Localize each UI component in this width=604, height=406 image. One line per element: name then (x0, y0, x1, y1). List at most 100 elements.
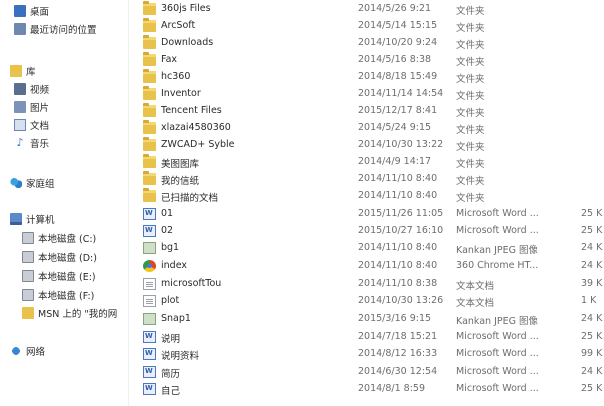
nav-item-label: 最近访问的位置 (30, 25, 97, 36)
file-row[interactable]: 360js Files 2014/5/26 9:21 文件夹 (140, 1, 604, 18)
file-date: 2014/5/24 9:15 (358, 122, 432, 133)
file-type: Microsoft Word ... (456, 348, 539, 359)
file-type: Kankan JPEG 图像 (456, 316, 539, 327)
file-row[interactable]: hc360 2014/8/18 15:49 文件夹 (140, 69, 604, 86)
file-row[interactable]: plot 2014/10/30 13:26 文本文档 1 K (140, 293, 604, 310)
homegroup-icon (10, 177, 22, 189)
nav-item-homegroup[interactable]: 家庭组 (0, 175, 55, 191)
nav-item-drive-d[interactable]: 本地磁盘 (D:) (0, 249, 97, 265)
file-date: 2014/11/10 8:40 (358, 190, 438, 201)
file-type: 文本文档 (456, 281, 495, 292)
file-name: 360js Files (161, 3, 211, 14)
file-name: Downloads (161, 37, 214, 48)
file-name: 说明 (161, 334, 181, 345)
word-document-icon (143, 348, 156, 360)
file-type: 文件夹 (456, 40, 485, 51)
file-size: 25 K (581, 383, 603, 394)
chrome-html-icon (143, 260, 156, 272)
file-date: 2014/8/18 15:49 (358, 71, 438, 82)
file-name: Inventor (161, 88, 201, 99)
file-name: 说明资料 (161, 351, 200, 362)
file-row[interactable]: 自己 2014/8/1 8:59 Microsoft Word ... 25 K (140, 381, 604, 398)
file-row[interactable]: Downloads 2014/10/20 9:24 文件夹 (140, 35, 604, 52)
folder-icon (143, 1, 156, 15)
nav-item-documents[interactable]: 文档 (0, 117, 49, 133)
file-type: 文件夹 (456, 91, 485, 102)
folder-icon (143, 52, 156, 66)
file-name: index (161, 260, 187, 271)
image-file-icon (143, 242, 156, 254)
nav-item-label: 本地磁盘 (E:) (38, 272, 96, 283)
file-row[interactable]: 02 2015/10/27 16:10 Microsoft Word ... 2… (140, 223, 604, 240)
file-name: 简历 (161, 369, 181, 380)
folder-icon (143, 69, 156, 83)
nav-item-computer[interactable]: 计算机 (0, 211, 55, 227)
file-date: 2014/11/14 14:54 (358, 88, 444, 99)
drive-icon (22, 251, 34, 263)
computer-icon (10, 213, 22, 225)
file-name: xlazai4580360 (161, 122, 231, 133)
file-name: Fax (161, 54, 178, 65)
file-date: 2014/11/10 8:40 (358, 242, 438, 253)
drive-icon (22, 289, 34, 301)
file-row[interactable]: Snap1 2015/3/16 9:15 Kankan JPEG 图像 24 K (140, 311, 604, 328)
file-name: ArcSoft (161, 20, 196, 31)
file-date: 2015/11/26 11:05 (358, 208, 444, 219)
nav-item-label: 图片 (30, 103, 50, 114)
file-row[interactable]: 美图图库 2014/4/9 14:17 文件夹 (140, 154, 604, 171)
folder-icon (143, 171, 156, 185)
nav-item-drive-f[interactable]: 本地磁盘 (F:) (0, 287, 94, 303)
file-size: 24 K (581, 366, 603, 377)
file-name: 自己 (161, 386, 181, 397)
file-size: 24 K (581, 260, 603, 271)
nav-item-pictures[interactable]: 图片 (0, 99, 49, 115)
nav-item-label: 桌面 (30, 7, 50, 18)
file-row[interactable]: 简历 2014/6/30 12:54 Microsoft Word ... 24… (140, 364, 604, 381)
file-row[interactable]: Fax 2014/5/16 8:38 文件夹 (140, 52, 604, 69)
folder-icon (143, 35, 156, 49)
file-row[interactable]: bg1 2014/11/10 8:40 Kankan JPEG 图像 24 K (140, 240, 604, 257)
nav-item-network[interactable]: 网络 (0, 343, 45, 359)
file-name: 已扫描的文档 (161, 193, 219, 204)
file-row[interactable]: index 2014/11/10 8:40 360 Chrome HT... 2… (140, 258, 604, 275)
image-file-icon (143, 313, 156, 325)
file-row[interactable]: xlazai4580360 2014/5/24 9:15 文件夹 (140, 120, 604, 137)
navigation-pane: 桌面 最近访问的位置 库 视频 图片 文档 ♪ 音乐 家庭组 计算机 本地磁盘 … (0, 0, 129, 406)
nav-item-msn-folder[interactable]: MSN 上的 "我的网 (0, 305, 117, 321)
nav-item-label: 计算机 (26, 215, 55, 226)
file-row[interactable]: 说明 2014/7/18 15:21 Microsoft Word ... 25… (140, 329, 604, 346)
file-date: 2014/11/10 8:40 (358, 173, 438, 184)
file-row[interactable]: microsoftTou 2014/11/10 8:38 文本文档 39 K (140, 276, 604, 293)
file-date: 2014/11/10 8:38 (358, 278, 438, 289)
file-date: 2014/8/1 8:59 (358, 383, 426, 394)
file-row[interactable]: ArcSoft 2014/5/14 15:15 文件夹 (140, 18, 604, 35)
file-type: 文件夹 (456, 142, 485, 153)
file-type: 文件夹 (456, 193, 485, 204)
file-row[interactable]: 已扫描的文档 2014/11/10 8:40 文件夹 (140, 188, 604, 205)
nav-item-libraries[interactable]: 库 (0, 63, 36, 79)
file-type: 文本文档 (456, 298, 495, 309)
nav-item-label: 库 (26, 67, 36, 78)
nav-item-recent-places[interactable]: 最近访问的位置 (0, 21, 97, 37)
file-type: 文件夹 (456, 108, 485, 119)
file-row[interactable]: 我的信纸 2014/11/10 8:40 文件夹 (140, 171, 604, 188)
file-date: 2014/10/20 9:24 (358, 37, 438, 48)
folder-icon (143, 188, 156, 202)
music-icon: ♪ (16, 136, 24, 149)
file-row[interactable]: ZWCAD+ Syble 2014/10/30 13:22 文件夹 (140, 137, 604, 154)
file-size: 25 K (581, 208, 603, 219)
nav-item-drive-c[interactable]: 本地磁盘 (C:) (0, 230, 96, 246)
file-row[interactable]: Tencent Files 2015/12/17 8:41 文件夹 (140, 103, 604, 120)
nav-item-music[interactable]: ♪ 音乐 (0, 135, 49, 151)
nav-item-videos[interactable]: 视频 (0, 81, 49, 97)
file-size: 25 K (581, 331, 603, 342)
nav-item-drive-e[interactable]: 本地磁盘 (E:) (0, 268, 96, 284)
file-type: 文件夹 (456, 6, 485, 17)
file-name: 我的信纸 (161, 176, 200, 187)
file-size: 99 K (581, 348, 603, 359)
file-row[interactable]: 01 2015/11/26 11:05 Microsoft Word ... 2… (140, 206, 604, 223)
file-row[interactable]: 说明资料 2014/8/12 16:33 Microsoft Word ... … (140, 346, 604, 363)
library-icon (10, 65, 22, 77)
nav-item-desktop[interactable]: 桌面 (0, 3, 49, 19)
file-row[interactable]: Inventor 2014/11/14 14:54 文件夹 (140, 86, 604, 103)
